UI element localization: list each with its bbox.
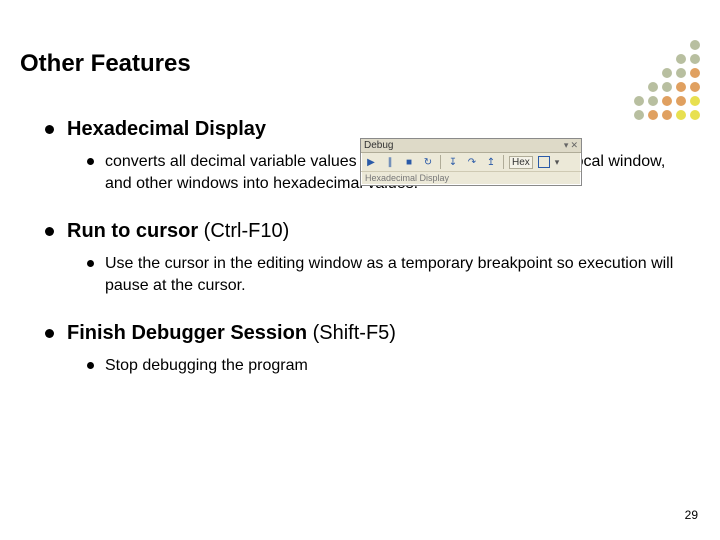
list-item: Run to cursor (Ctrl-F10) Use the cursor …	[45, 220, 690, 296]
separator	[503, 155, 504, 169]
page-number: 29	[685, 508, 698, 522]
sub-list: Use the cursor in the editing window as …	[67, 253, 690, 296]
hex-toggle[interactable]: Hex	[509, 156, 533, 169]
dropdown-icon[interactable]: ▾	[555, 157, 560, 168]
item-heading: Run to cursor (Ctrl-F10)	[67, 220, 690, 243]
toolbar-titlebar: Debug ▾ ✕	[361, 139, 581, 153]
toolbar-options-icon[interactable]	[538, 156, 550, 168]
toolbar-buttons: ▶ ∥ ■ ↻ ↧ ↷ ↥ Hex ▾	[361, 153, 581, 171]
separator	[440, 155, 441, 169]
decorative-dots	[634, 40, 700, 120]
heading-bold: Hexadecimal Display	[67, 118, 266, 140]
heading-rest: (Shift-F5)	[307, 322, 396, 344]
sub-item: Stop debugging the program	[87, 355, 690, 377]
dropdown-icon[interactable]: ▾	[564, 140, 569, 151]
debug-toolbar: Debug ▾ ✕ ▶ ∥ ■ ↻ ↧ ↷ ↥ Hex ▾ Hexadecima…	[360, 138, 582, 186]
restart-icon[interactable]: ↻	[421, 155, 435, 169]
stop-icon[interactable]: ■	[402, 155, 416, 169]
step-into-icon[interactable]: ↧	[446, 155, 460, 169]
list-item: Finish Debugger Session (Shift-F5) Stop …	[45, 322, 690, 377]
step-out-icon[interactable]: ↥	[484, 155, 498, 169]
step-over-icon[interactable]: ↷	[465, 155, 479, 169]
play-icon[interactable]: ▶	[364, 155, 378, 169]
slide: Other Features Hexadecimal Display conve…	[0, 0, 720, 540]
toolbar-title-label: Debug	[364, 140, 393, 151]
sub-list: Stop debugging the program	[67, 355, 690, 377]
feature-list: Hexadecimal Display converts all decimal…	[20, 118, 690, 377]
heading-rest: (Ctrl-F10)	[198, 220, 289, 242]
item-heading: Finish Debugger Session (Shift-F5)	[67, 322, 690, 345]
pause-icon[interactable]: ∥	[383, 155, 397, 169]
heading-bold: Finish Debugger Session	[67, 322, 307, 344]
toolbar-window-controls: ▾ ✕	[564, 140, 578, 151]
page-title: Other Features	[20, 50, 690, 78]
sub-item: Use the cursor in the editing window as …	[87, 253, 690, 296]
toolbar-tooltip: Hexadecimal Display	[361, 171, 581, 185]
heading-bold: Run to cursor	[67, 220, 198, 242]
close-icon[interactable]: ✕	[570, 140, 578, 151]
